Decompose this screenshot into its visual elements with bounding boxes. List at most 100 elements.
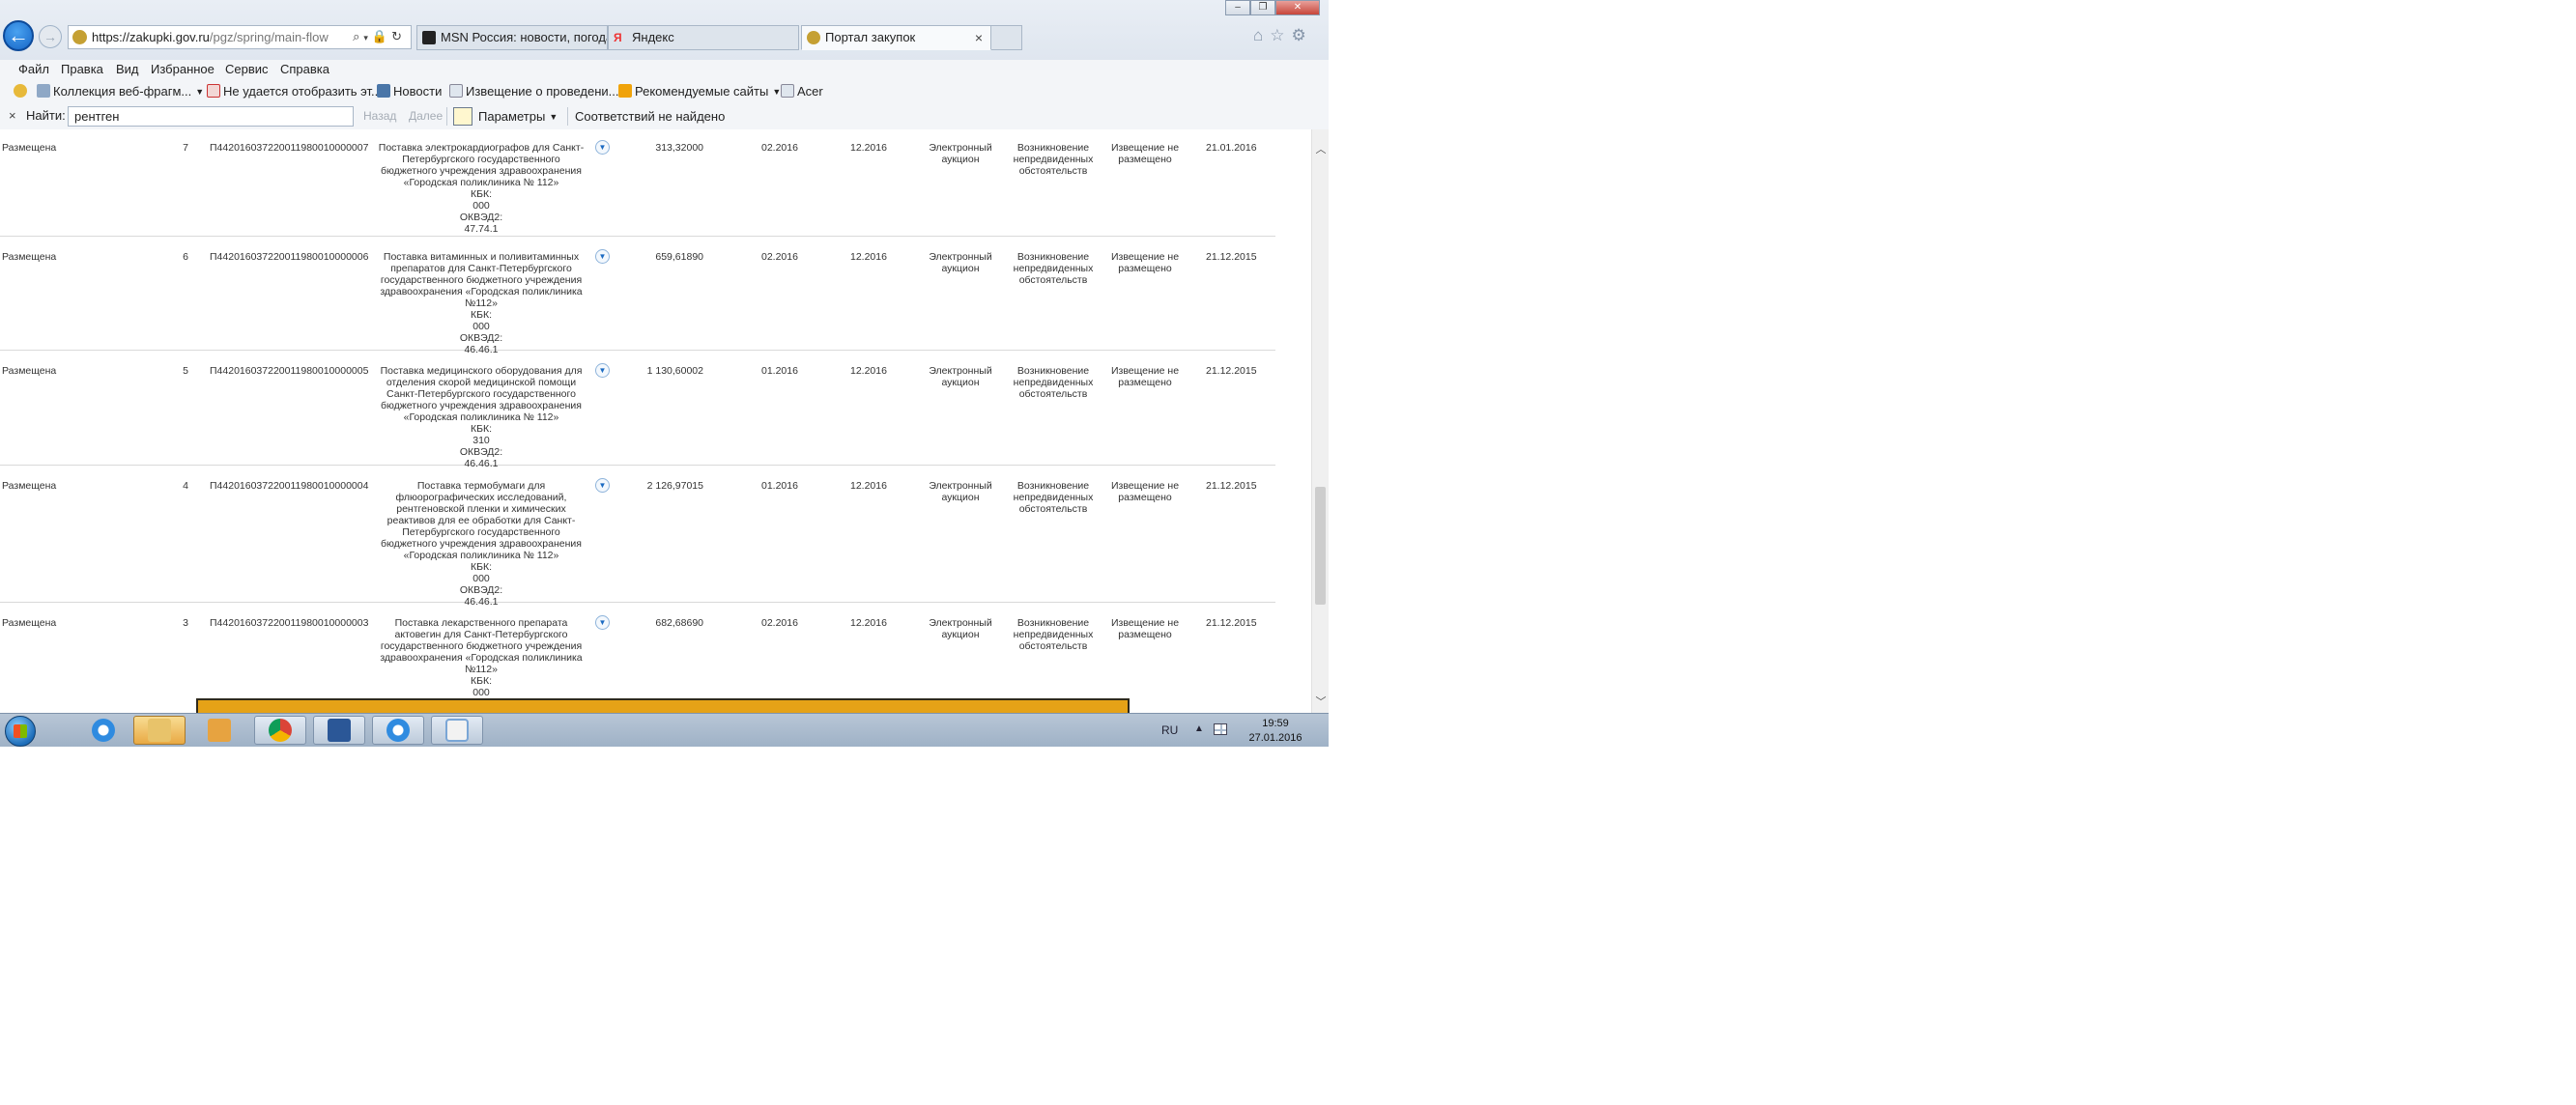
tray-expand-icon[interactable]: ▲ (1194, 723, 1204, 734)
menu-edit[interactable]: Правка (61, 62, 103, 76)
page-error-icon (207, 84, 220, 98)
divider (446, 107, 447, 126)
description-detail: ОКВЭД2: (459, 332, 503, 344)
tab-label: MSN Россия: новости, погода... (441, 30, 608, 44)
minimize-button[interactable]: – (1225, 0, 1250, 15)
forward-button[interactable]: → (39, 25, 62, 48)
vertical-scrollbar[interactable]: ︿ ﹀ (1311, 129, 1329, 713)
add-to-favorites-icon[interactable] (14, 84, 30, 99)
row-price: 659,61890 (655, 251, 703, 263)
row-procurement-method: Электронный аукцион (929, 251, 992, 274)
expand-chevron-icon[interactable]: ▼ (595, 249, 610, 264)
row-publish-date: 21.12.2015 (1206, 365, 1257, 377)
taskbar-app-chrome[interactable] (254, 716, 306, 745)
restore-button[interactable]: ❐ (1250, 0, 1275, 15)
action-center-icon[interactable] (1214, 723, 1227, 735)
row-status: Размещена (2, 365, 57, 377)
lock-icon[interactable]: 🔒 (372, 29, 391, 43)
site-favicon-icon (72, 30, 87, 44)
row-price: 1 130,60002 (646, 365, 703, 377)
close-tab-icon[interactable]: × (975, 26, 983, 49)
tab-msn[interactable]: MSN Россия: новости, погода... (416, 25, 608, 50)
fav-label: Новости (393, 84, 443, 99)
description-text: Поставка электрокардиографов для Санкт-П… (378, 142, 585, 188)
row-notice-status: Извещение не размещено (1110, 142, 1180, 165)
scrollbar-thumb[interactable] (1315, 487, 1326, 605)
row-number: 5 (183, 365, 188, 377)
taskbar-app-word[interactable] (313, 716, 365, 745)
home-icon[interactable]: ⌂ (1253, 26, 1270, 44)
taskbar-app-explorer[interactable] (133, 716, 186, 745)
web-slice-icon (37, 84, 50, 98)
favorites-star-icon[interactable]: ☆ (1270, 26, 1291, 44)
row-description: Поставка термобумаги для флюорографическ… (377, 480, 586, 608)
back-button[interactable]: ← (3, 20, 34, 51)
windows-logo-icon (14, 724, 27, 738)
close-find-icon[interactable]: × (9, 108, 16, 123)
row-status: Размещена (2, 142, 57, 154)
row-end-date: 12.2016 (850, 365, 887, 377)
forward-arrow-icon: → (43, 29, 57, 44)
gear-icon[interactable]: ⚙ (1292, 26, 1313, 44)
fav-news[interactable]: Новости (377, 84, 442, 99)
expand-chevron-icon[interactable]: ▼ (595, 363, 610, 378)
description-detail: КБК: (470, 423, 493, 435)
find-input[interactable]: рентген (68, 106, 354, 127)
page-content: Размещена 7 П442016037220011980010000007 31… (0, 129, 1311, 713)
fav-notice[interactable]: Извещение о проведени... (449, 84, 619, 99)
fav-page-error[interactable]: Не удается отобразить эт... (207, 84, 382, 99)
menu-help[interactable]: Справка (280, 62, 329, 76)
scroll-up-icon[interactable]: ︿ (1312, 141, 1329, 156)
row-change-reason: Возникновение непредвиденных обстоятельс… (1013, 142, 1094, 177)
search-icon[interactable]: ⌕ (353, 29, 363, 43)
address-url[interactable]: https://zakupki.gov.ru/pgz/spring/main-f… (92, 30, 329, 44)
find-next-button[interactable]: Далее (409, 109, 443, 123)
row-end-date: 12.2016 (850, 251, 887, 263)
description-text: Поставка витаминных и поливитаминных пре… (380, 251, 583, 309)
fav-acer[interactable]: Acer (781, 84, 823, 99)
find-options-button[interactable]: Параметры ▼ (453, 106, 558, 127)
language-indicator[interactable]: RU (1161, 723, 1178, 737)
clock-time: 19:59 (1262, 718, 1289, 729)
menu-favorites[interactable]: Избранное (151, 62, 215, 76)
clock[interactable]: 19:59 27.01.2016 (1246, 717, 1304, 746)
row-plan-code: П442016037220011980010000007 (210, 142, 369, 154)
find-prev-button[interactable]: Назад (363, 109, 396, 123)
scroll-down-icon[interactable]: ﹀ (1312, 694, 1329, 709)
taskbar-app-ie-2[interactable] (372, 716, 424, 745)
paint-icon (445, 719, 469, 742)
expand-chevron-icon[interactable]: ▼ (595, 615, 610, 630)
row-publish-date: 21.12.2015 (1206, 480, 1257, 492)
bing-icon (618, 84, 632, 98)
taskbar-app-paint[interactable] (431, 716, 483, 745)
dropdown-icon[interactable]: ▾ (363, 33, 372, 42)
row-status: Размещена (2, 251, 57, 263)
description-text: Поставка медицинского оборудования для о… (380, 365, 583, 423)
refresh-icon[interactable]: ↻ (391, 29, 406, 43)
new-tab-button[interactable] (991, 25, 1022, 50)
row-number: 6 (183, 251, 188, 263)
close-button[interactable]: ✕ (1275, 0, 1320, 15)
menu-tools[interactable]: Сервис (225, 62, 269, 76)
expand-chevron-icon[interactable]: ▼ (595, 478, 610, 493)
tab-yandex[interactable]: Я Яндекс (608, 25, 799, 50)
favorites-bar: Коллекция веб-фрагм... ▼ Не удается отобр… (0, 79, 1329, 104)
site-favicon-icon (807, 31, 820, 44)
fav-web-slices[interactable]: Коллекция веб-фрагм... ▼ (37, 84, 204, 99)
menu-file[interactable]: Файл (18, 62, 49, 76)
row-notice-status: Извещение не размещено (1110, 365, 1180, 388)
fav-suggested-sites[interactable]: Рекомендуемые сайты ▼ (618, 84, 781, 99)
start-button[interactable] (5, 716, 36, 747)
description-detail: ОКВЭД2: (459, 446, 503, 458)
clock-date: 27.01.2016 (1248, 732, 1302, 744)
yandex-icon: Я (614, 31, 622, 44)
menu-view[interactable]: Вид (116, 62, 139, 76)
acer-icon (781, 84, 794, 98)
taskbar-app-media[interactable] (193, 716, 245, 745)
tab-zakupki[interactable]: Портал закупок × (801, 25, 991, 50)
description-detail: КБК: (470, 309, 493, 321)
address-bar[interactable]: https://zakupki.gov.ru/pgz/spring/main-f… (68, 25, 412, 49)
row-plan-code: П442016037220011980010000003 (210, 617, 369, 629)
expand-chevron-icon[interactable]: ▼ (595, 140, 610, 155)
taskbar-app-ie[interactable] (77, 716, 129, 745)
